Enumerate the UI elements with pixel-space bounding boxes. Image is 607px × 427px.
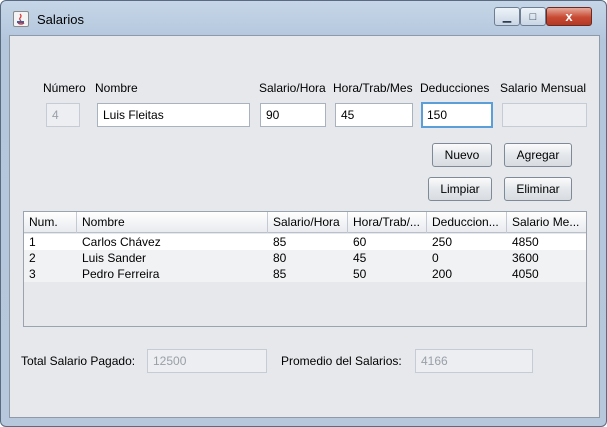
total-salario-field[interactable] <box>147 349 267 373</box>
table-cell: 3600 <box>512 251 539 265</box>
title-bar[interactable]: Salarios ▁ □ x <box>1 1 606 35</box>
agregar-button[interactable]: Agregar <box>504 143 572 167</box>
table-cell: 60 <box>353 235 367 249</box>
salario-hora-field[interactable] <box>260 103 326 127</box>
table-cell: 1 <box>29 235 36 249</box>
salario-hora-label: Salario/Hora <box>259 81 326 95</box>
hora-trab-mes-field[interactable] <box>335 103 413 127</box>
salario-mensual-field[interactable] <box>502 103 587 127</box>
java-icon <box>13 11 29 27</box>
column-header[interactable]: Salario/Hora <box>268 212 348 233</box>
table-cell: Pedro Ferreira <box>82 267 160 281</box>
table-row[interactable]: 3 Pedro Ferreira 85 50 200 4050 <box>24 266 586 282</box>
deducciones-field[interactable] <box>421 102 493 128</box>
column-header[interactable]: Salario Me... <box>507 212 586 233</box>
maximize-button[interactable]: □ <box>520 7 546 26</box>
close-icon: x <box>565 9 573 24</box>
nombre-field[interactable] <box>97 103 250 127</box>
table-cell: 3 <box>29 267 36 281</box>
table-cell: 200 <box>432 267 453 281</box>
salario-mensual-label: Salario Mensual <box>500 81 587 95</box>
column-header[interactable]: Nombre <box>77 212 268 233</box>
hora-trab-mes-label: Hora/Trab/Mes <box>333 81 413 95</box>
table-cell: Carlos Chávez <box>82 235 161 249</box>
table-cell: 45 <box>353 251 367 265</box>
deducciones-label: Deducciones <box>420 81 490 95</box>
table-cell: 4850 <box>512 235 539 249</box>
limpiar-button[interactable]: Limpiar <box>428 177 492 201</box>
table-cell: 50 <box>353 267 367 281</box>
table-header: Num. Nombre Salario/Hora Hora/Trab/... D… <box>24 212 586 233</box>
minimize-button[interactable]: ▁ <box>494 7 520 26</box>
table-cell: Luis Sander <box>82 251 147 265</box>
numero-field[interactable] <box>46 103 80 127</box>
promedio-salarios-field[interactable] <box>415 349 533 373</box>
table-cell: 4050 <box>512 267 539 281</box>
table-cell: 250 <box>432 235 453 249</box>
window-title: Salarios <box>37 12 84 27</box>
promedio-salarios-label: Promedio del Salarios: <box>281 354 402 368</box>
nuevo-button[interactable]: Nuevo <box>432 143 492 167</box>
app-window: Salarios ▁ □ x Número Nombre Salario/Hor… <box>0 0 607 427</box>
table-cell: 85 <box>273 267 287 281</box>
salarios-table[interactable]: Num. Nombre Salario/Hora Hora/Trab/... D… <box>23 211 587 327</box>
total-salario-label: Total Salario Pagado: <box>21 354 136 368</box>
column-header[interactable]: Num. <box>24 212 77 233</box>
column-header[interactable]: Hora/Trab/... <box>348 212 427 233</box>
minimize-icon: ▁ <box>502 11 512 23</box>
table-cell: 80 <box>273 251 287 265</box>
table-row[interactable]: 2 Luis Sander 80 45 0 3600 <box>24 250 586 266</box>
table-cell: 2 <box>29 251 36 265</box>
numero-label: Número <box>43 81 86 95</box>
column-header[interactable]: Deduccion... <box>427 212 507 233</box>
table-cell: 0 <box>432 251 439 265</box>
close-button[interactable]: x <box>546 7 592 26</box>
maximize-icon: □ <box>529 10 537 23</box>
content-panel: Número Nombre Salario/Hora Hora/Trab/Mes… <box>9 35 600 418</box>
table-cell: 85 <box>273 235 287 249</box>
table-row[interactable]: 1 Carlos Chávez 85 60 250 4850 <box>24 234 586 250</box>
eliminar-button[interactable]: Eliminar <box>504 177 572 201</box>
nombre-label: Nombre <box>95 81 138 95</box>
